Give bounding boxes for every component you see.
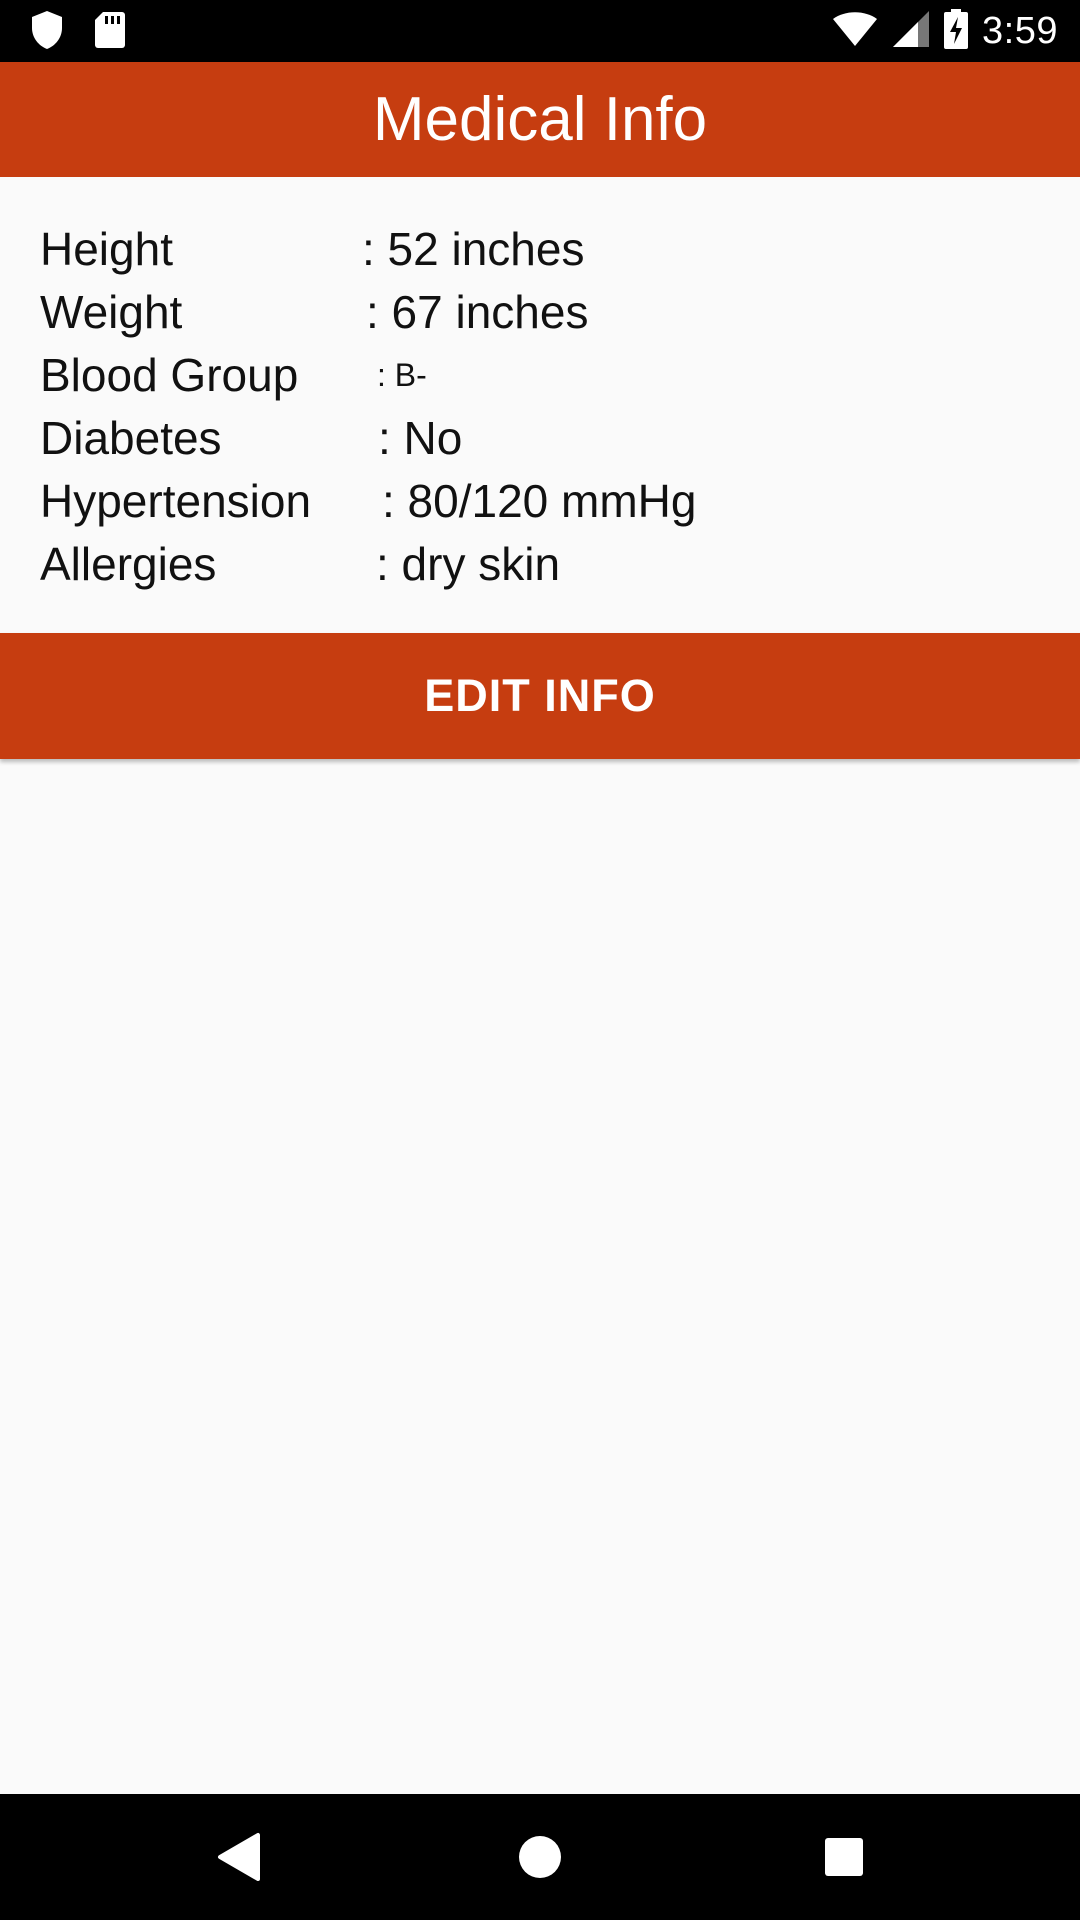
status-time: 3:59	[982, 9, 1058, 52]
screen: 3:59 Medical Info Height : 52 inches Wei…	[0, 0, 1080, 1920]
hypertension-label: Hypertension	[40, 475, 312, 527]
navigation-bar	[0, 1794, 1080, 1920]
weight-label: Weight	[40, 286, 183, 338]
home-icon	[519, 1836, 561, 1878]
info-row-hypertension: Hypertension : 80/120 mmHg	[40, 470, 1040, 533]
edit-info-button[interactable]: EDIT INFO	[0, 633, 1080, 759]
blood-group-label: Blood Group	[40, 349, 299, 401]
back-icon	[218, 1833, 260, 1881]
diabetes-value: : No	[378, 412, 463, 464]
status-bar: 3:59	[0, 0, 1080, 62]
height-label: Height	[40, 223, 173, 275]
home-button[interactable]	[510, 1827, 570, 1887]
diabetes-label: Diabetes	[40, 412, 222, 464]
status-left-icons	[30, 10, 126, 55]
back-button[interactable]	[208, 1827, 268, 1887]
recents-button[interactable]	[814, 1827, 874, 1887]
info-row-allergies: Allergies : dry skin	[40, 533, 1040, 596]
page-title: Medical Info	[372, 85, 708, 154]
info-row-blood-group: Blood Group : B-	[40, 344, 1040, 407]
info-row-diabetes: Diabetes : No	[40, 407, 1040, 470]
weight-value: : 67 inches	[366, 286, 589, 338]
allergies-label: Allergies	[40, 538, 217, 590]
height-value: : 52 inches	[362, 223, 585, 275]
status-right-icons: 3:59	[832, 8, 1058, 54]
hypertension-value: : 80/120 mmHg	[382, 475, 697, 527]
shield-icon	[30, 10, 64, 55]
app-bar: Medical Info	[0, 62, 1080, 177]
medical-info-list: Height : 52 inches Weight : 67 inches Bl…	[40, 218, 1040, 596]
info-row-weight: Weight : 67 inches	[40, 281, 1040, 344]
wifi-icon	[832, 11, 878, 52]
allergies-value: : dry skin	[376, 538, 561, 590]
sd-card-icon	[94, 11, 126, 54]
recents-icon	[825, 1838, 863, 1876]
info-row-height: Height : 52 inches	[40, 218, 1040, 281]
cell-signal-icon	[892, 10, 930, 53]
blood-group-value: : B-	[377, 357, 427, 393]
battery-charging-icon	[944, 8, 969, 54]
